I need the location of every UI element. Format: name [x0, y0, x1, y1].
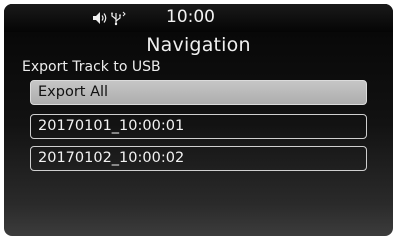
screen-subtitle: Export Track to USB [22, 59, 161, 75]
display-frame: 10:00 Navigation Export Track to USB Exp… [4, 4, 393, 236]
usb-icon [111, 11, 126, 26]
list-item-track[interactable]: 20170101_10:00:01 [30, 114, 367, 139]
clock-time: 10:00 [166, 7, 215, 27]
status-icons [92, 10, 128, 26]
status-icons-graphic [93, 11, 126, 26]
status-bar: 10:00 [4, 4, 393, 32]
screen-title: Navigation [146, 34, 251, 56]
speaker-icon [93, 12, 107, 24]
list-item-export-all[interactable]: Export All [30, 80, 367, 105]
list-item-track[interactable]: 20170102_10:00:02 [30, 146, 367, 171]
